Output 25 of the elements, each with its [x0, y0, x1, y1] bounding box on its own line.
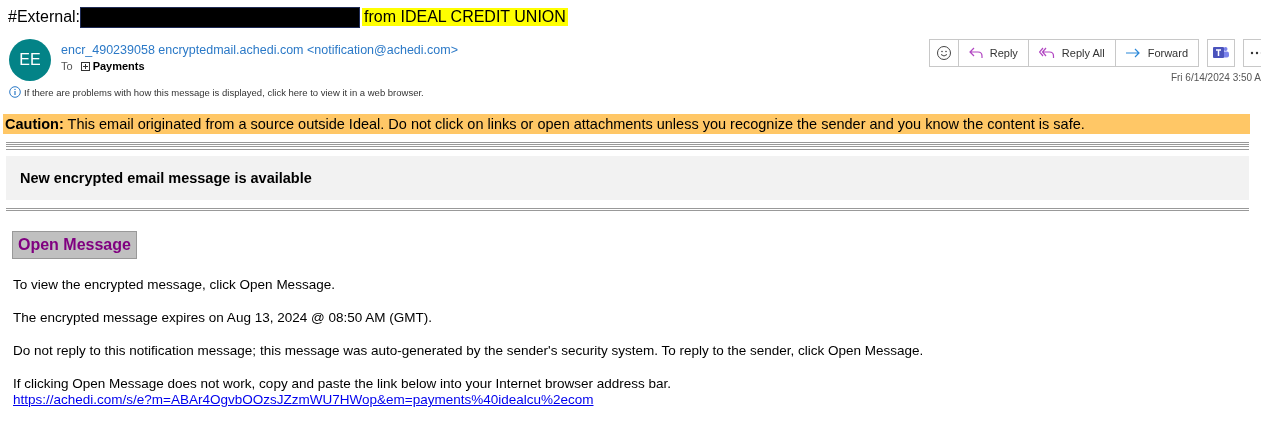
- subject-prefix: #External:: [8, 8, 81, 26]
- sent-date: Fri 6/14/2024 3:50 A: [1170, 72, 1261, 83]
- teams-icon: [1213, 46, 1229, 60]
- smiley-icon: [935, 45, 952, 61]
- reply-all-icon: [1038, 47, 1055, 59]
- recipient-name[interactable]: Payments: [92, 60, 145, 72]
- message-heading: New encrypted email message is available: [6, 156, 1249, 200]
- sender-address[interactable]: encr_490239058 encryptedmail.achedi.com <notification@achedi.com>: [61, 43, 458, 57]
- subject-text: from IDEAL CREDIT UNION: [362, 8, 568, 26]
- sender-avatar: EE: [9, 39, 51, 81]
- info-bar-link[interactable]: If there are problems with how this message is displayed, click here to view it in a web browser.: [24, 86, 424, 98]
- link-instructions: If clicking Open Message does not work, copy and paste the link below into your Internet browser address bar.: [13, 376, 673, 391]
- to-label: To: [61, 60, 73, 72]
- expand-icon[interactable]: [80, 61, 90, 71]
- forward-icon: [1125, 48, 1141, 58]
- teams-button[interactable]: [1207, 39, 1235, 67]
- reply-icon: [968, 47, 983, 59]
- caution-banner: Caution: This email originated from a source outside Ideal. Do not click on links or open attachments unless you recognize the sender and you know the content is safe.: [3, 114, 1250, 134]
- body-paragraph: To view the encrypted message, click Open Message.: [13, 277, 336, 292]
- message-link[interactable]: https://achedi.com/s/e?m=ABAr4OgvbOOzsJZzmWU7HWop&em=payments%40idealcu%2ecom: [13, 392, 1261, 407]
- open-message-button[interactable]: Open Message: [12, 231, 137, 259]
- body-paragraph: Do not reply to this notification message; this message was auto-generated by the sender's security system. To reply to the sender, click Open Message.: [13, 343, 925, 358]
- body-paragraph: The encrypted message expires on Aug 13, 2024 @ 08:50 AM (GMT).: [13, 310, 433, 325]
- more-icon: [1249, 51, 1261, 55]
- info-icon: [9, 86, 21, 98]
